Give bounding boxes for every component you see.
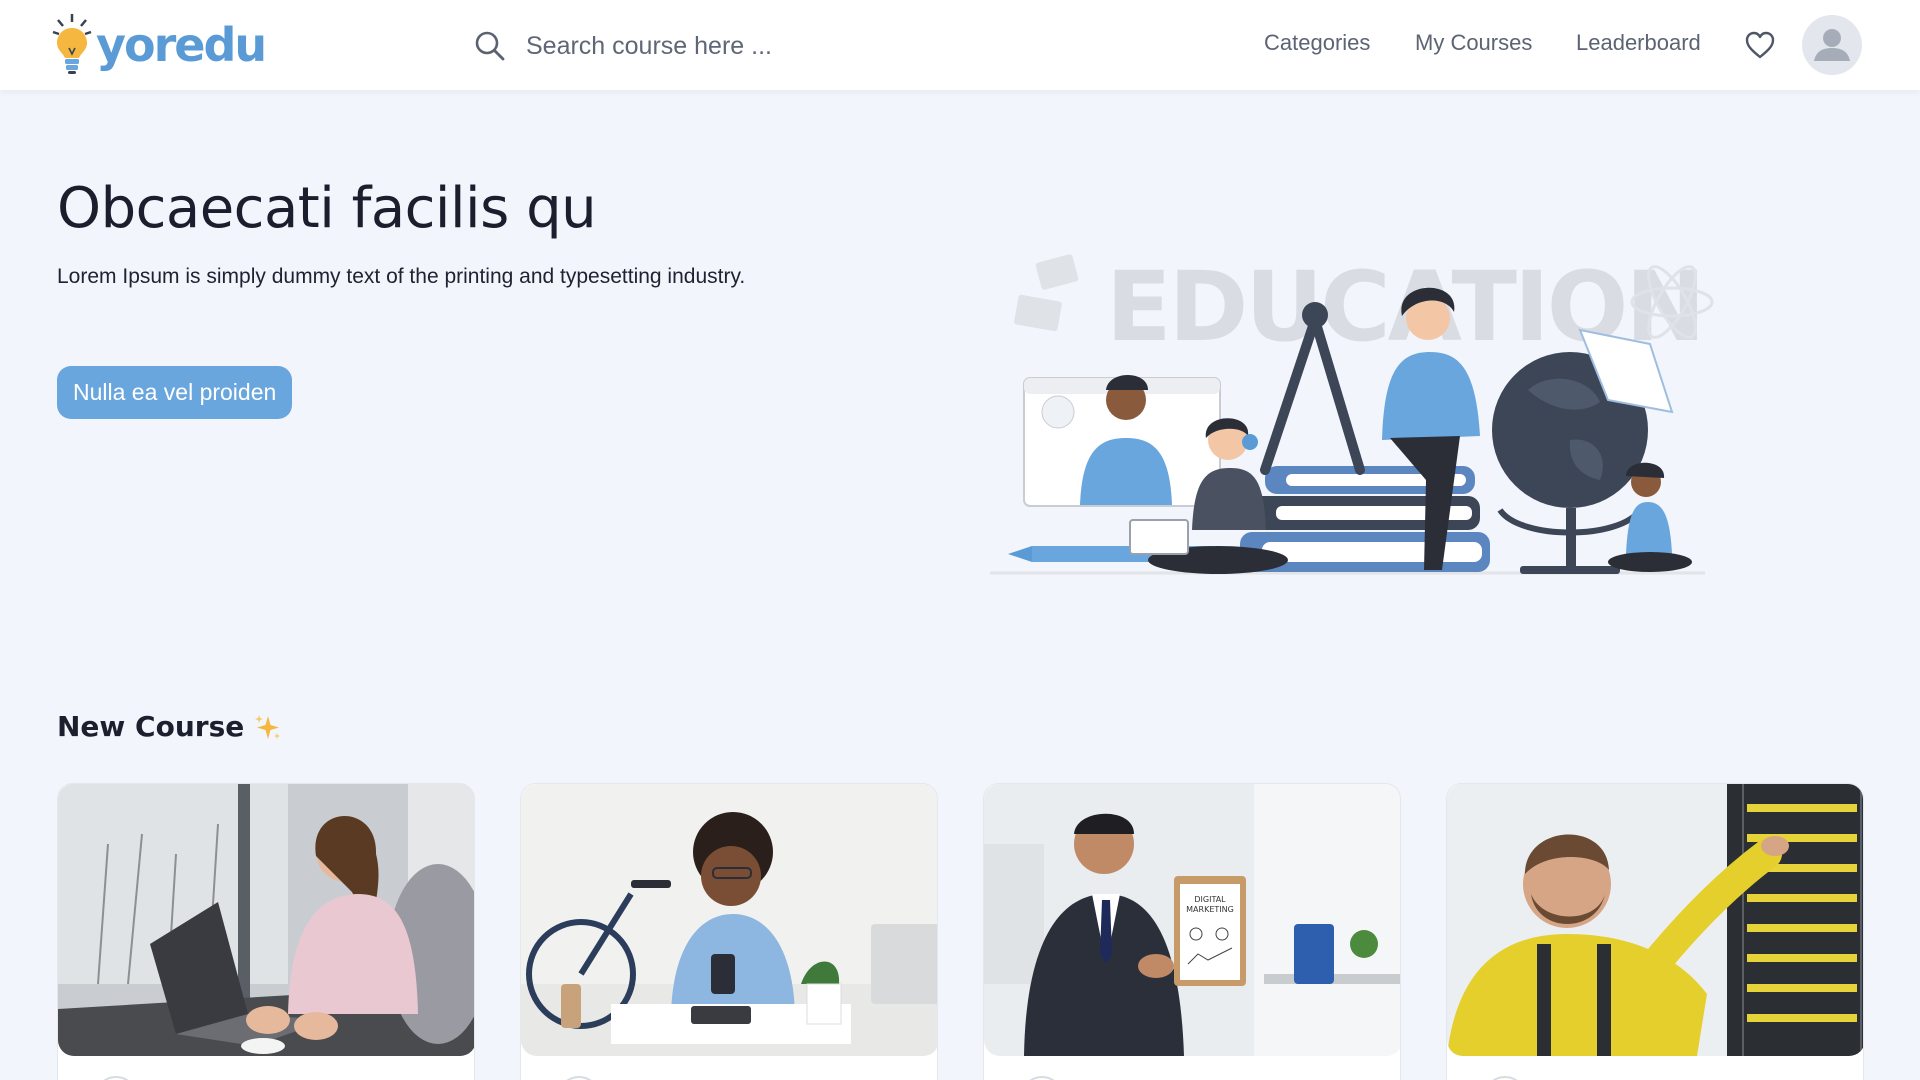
yoredu-logo[interactable]: yoredu bbox=[52, 12, 267, 78]
section-title-new-course: New Course bbox=[57, 710, 282, 743]
user-icon bbox=[1814, 29, 1850, 61]
nav-categories[interactable]: Categories bbox=[1264, 30, 1370, 56]
lightbulb-icon bbox=[52, 14, 92, 74]
section-title-text: New Course bbox=[57, 710, 245, 743]
nav-my-courses[interactable]: My Courses bbox=[1415, 30, 1532, 56]
instructor-avatar-placeholder bbox=[1020, 1076, 1064, 1080]
course-card[interactable] bbox=[520, 783, 938, 1080]
hero-cta-button[interactable]: Nulla ea vel proiden bbox=[57, 366, 293, 419]
hero-title: Obcaecati facilis qu bbox=[57, 176, 597, 241]
svg-text:DIGITAL: DIGITAL bbox=[1194, 895, 1226, 904]
search-icon[interactable] bbox=[474, 30, 506, 62]
course-thumbnail-woman-phone[interactable] bbox=[521, 784, 937, 1056]
nav-leaderboard[interactable]: Leaderboard bbox=[1576, 30, 1701, 56]
course-card[interactable]: DIGITAL MARKETING bbox=[983, 783, 1401, 1080]
logo-text: yoredu bbox=[96, 18, 267, 72]
search-input[interactable] bbox=[526, 31, 1006, 61]
instructor-avatar-placeholder bbox=[94, 1076, 138, 1080]
course-thumbnail-digital-marketing[interactable]: DIGITAL MARKETING bbox=[984, 784, 1400, 1056]
education-illustration: EDUCATION bbox=[990, 251, 1714, 575]
heart-icon[interactable] bbox=[1744, 30, 1776, 60]
svg-text:MARKETING: MARKETING bbox=[1186, 905, 1234, 914]
user-avatar[interactable] bbox=[1802, 15, 1862, 75]
hero-subtitle: Lorem Ipsum is simply dummy text of the … bbox=[57, 265, 746, 288]
instructor-avatar-placeholder bbox=[1483, 1076, 1527, 1080]
course-card[interactable] bbox=[57, 783, 475, 1080]
course-thumbnail-woman-laptop[interactable] bbox=[58, 784, 474, 1056]
top-navbar: yoredu Categories My Courses Leaderboard bbox=[0, 0, 1920, 90]
instructor-avatar-placeholder bbox=[557, 1076, 601, 1080]
search-bar bbox=[474, 26, 1034, 66]
course-card[interactable] bbox=[1446, 783, 1864, 1080]
sparkle-icon bbox=[255, 714, 281, 739]
course-thumbnail-server-technician[interactable] bbox=[1447, 784, 1863, 1056]
